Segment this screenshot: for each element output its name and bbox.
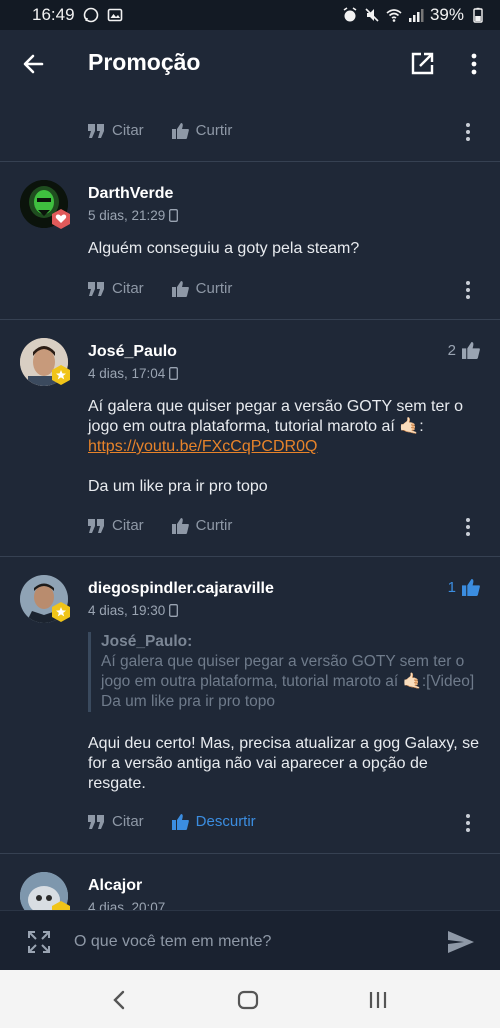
battery-icon xyxy=(473,7,483,23)
cite-label: Citar xyxy=(112,122,144,139)
comment-body: Aí galera que quiser pegar a versão GOTY… xyxy=(88,397,480,497)
quote-icon xyxy=(88,281,104,296)
post-timestamp: 4 dias, 17:04 xyxy=(88,366,179,381)
like-button[interactable]: Curtir xyxy=(171,280,233,297)
like-count[interactable]: 2 xyxy=(448,342,480,359)
mobile-device-icon xyxy=(169,367,179,380)
author-name[interactable]: DarthVerde xyxy=(88,185,173,203)
like-label: Curtir xyxy=(195,280,233,297)
more-options-icon[interactable] xyxy=(462,50,486,78)
send-icon[interactable] xyxy=(446,929,476,955)
quote-icon xyxy=(88,123,104,138)
quote-author: José_Paulo: xyxy=(101,633,193,650)
comment-item: Alcajor 4 dias, 20:07 xyxy=(0,854,500,910)
cite-button[interactable]: Citar xyxy=(88,280,144,297)
quote-icon xyxy=(88,814,104,829)
cite-label: Citar xyxy=(112,517,144,534)
star-badge-icon xyxy=(52,901,70,910)
mute-icon xyxy=(365,8,379,22)
comment-item: DarthVerde 5 dias, 21:29 Alguém consegui… xyxy=(0,162,500,320)
back-nav-icon[interactable] xyxy=(106,986,134,1014)
app-bar: Promoção xyxy=(0,30,500,98)
quote-icon xyxy=(88,518,104,533)
like-button[interactable]: Curtir xyxy=(171,122,233,139)
thumbs-up-icon xyxy=(171,517,189,534)
wifi-icon xyxy=(386,9,402,22)
page-title: Promoção xyxy=(88,49,201,75)
status-bar: 16:49 39% xyxy=(0,0,500,30)
alarm-icon xyxy=(343,7,357,22)
comment-item: diegospindler.cajaraville 1 4 dias, 19:3… xyxy=(0,557,500,854)
unlike-label: Descurtir xyxy=(195,813,256,830)
timestamp-text: 5 dias, 21:29 xyxy=(88,208,166,223)
quote-emoji: 🤙🏻 xyxy=(402,673,422,690)
author-name[interactable]: Alcajor xyxy=(88,877,142,895)
thumbs-up-icon xyxy=(462,342,480,359)
quoted-comment[interactable]: José_Paulo: Aí galera que quiser pegar a… xyxy=(88,632,480,712)
signal-icon xyxy=(408,9,424,22)
post-timestamp: 4 dias, 19:30 xyxy=(88,603,179,618)
post-timestamp: 5 dias, 21:29 xyxy=(88,208,179,223)
battery-percentage: 39% xyxy=(429,5,464,24)
cite-button[interactable]: Citar xyxy=(88,122,144,139)
more-options-icon[interactable] xyxy=(464,122,472,142)
open-external-icon[interactable] xyxy=(408,50,436,78)
post-timestamp: 4 dias, 20:07 xyxy=(88,900,165,910)
author-name[interactable]: diegospindler.cajaraville xyxy=(88,580,274,598)
star-badge-icon xyxy=(52,365,70,385)
like-button[interactable]: Curtir xyxy=(171,517,233,534)
more-options-icon[interactable] xyxy=(464,280,472,300)
whatsapp-icon xyxy=(83,7,98,23)
comment-actions: Citar Curtir xyxy=(88,280,260,297)
thumbs-up-icon xyxy=(171,813,189,830)
like-label: Curtir xyxy=(195,122,233,139)
thumbs-up-icon xyxy=(462,579,480,596)
comment-actions: Citar Descurtir xyxy=(88,813,284,830)
heart-badge-icon xyxy=(52,209,70,229)
more-options-icon[interactable] xyxy=(464,813,472,833)
comment-text: Da um like pra ir pro topo xyxy=(88,478,268,495)
timestamp-text: 4 dias, 19:30 xyxy=(88,603,166,618)
unlike-button[interactable]: Descurtir xyxy=(171,813,256,830)
cite-label: Citar xyxy=(112,280,144,297)
thumbs-up-icon xyxy=(171,280,189,297)
like-count-value: 2 xyxy=(447,342,456,359)
comment-item: Citar Curtir xyxy=(0,98,500,162)
like-label: Curtir xyxy=(195,517,233,534)
comment-body: Alguém conseguiu a goty pela steam? xyxy=(88,240,360,257)
like-count[interactable]: 1 xyxy=(448,579,480,596)
timestamp-text: 4 dias, 17:04 xyxy=(88,366,166,381)
recents-nav-icon[interactable] xyxy=(364,986,392,1014)
cite-button[interactable]: Citar xyxy=(88,517,144,534)
comment-feed[interactable]: Citar Curtir DarthVerde 5 dias, 21:29 Al… xyxy=(0,98,500,910)
like-count-value: 1 xyxy=(447,579,456,596)
expand-icon[interactable] xyxy=(26,929,52,955)
star-badge-icon xyxy=(52,602,70,622)
emoji-text: 🤙🏻: xyxy=(399,418,424,435)
cite-label: Citar xyxy=(112,813,144,830)
timestamp-text: 4 dias, 20:07 xyxy=(88,900,166,910)
comment-actions: Citar Curtir xyxy=(88,517,260,534)
comment-actions: Citar Curtir xyxy=(88,122,260,139)
back-arrow-icon[interactable] xyxy=(20,50,48,78)
mobile-device-icon xyxy=(169,604,179,617)
system-navigation-bar xyxy=(0,970,500,1028)
cite-button[interactable]: Citar xyxy=(88,813,144,830)
youtube-link[interactable]: https://youtu.be/FXcCqPCDR0Q xyxy=(88,438,317,455)
thumbs-up-icon xyxy=(171,122,189,139)
comment-item: José_Paulo 2 4 dias, 17:04 Aí galera que… xyxy=(0,320,500,557)
more-options-icon[interactable] xyxy=(464,517,472,537)
home-nav-icon[interactable] xyxy=(234,986,262,1014)
comment-composer xyxy=(0,910,500,970)
status-time: 16:49 xyxy=(32,5,75,24)
comment-input[interactable] xyxy=(64,927,424,957)
comment-body: Aqui deu certo! Mas, precisa atualizar a… xyxy=(88,735,480,792)
mobile-device-icon xyxy=(169,209,179,222)
gallery-icon xyxy=(107,8,122,22)
author-name[interactable]: José_Paulo xyxy=(88,343,177,361)
